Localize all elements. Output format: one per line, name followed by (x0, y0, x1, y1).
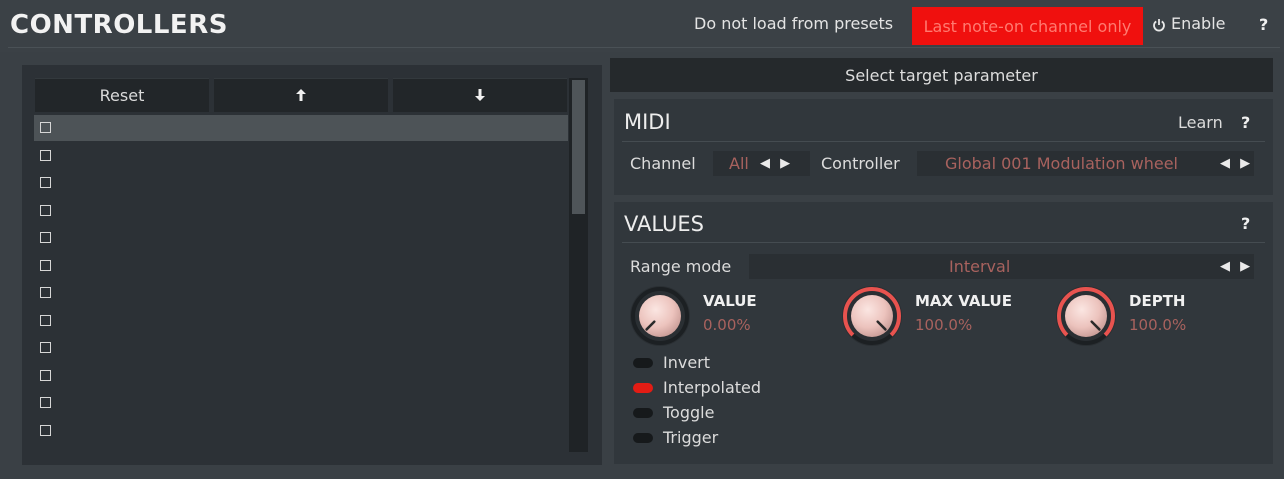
move-down-button[interactable] (393, 78, 567, 112)
range-mode-value: Interval (949, 257, 1011, 276)
invert-switch[interactable]: Invert (633, 353, 710, 372)
range-mode-selector[interactable]: Interval ◀ ▶ (749, 254, 1254, 279)
channel-value: All (729, 154, 749, 173)
checkbox[interactable] (40, 259, 51, 271)
channel-selector[interactable]: All ◀ ▶ (713, 151, 810, 176)
toggle-label: Toggle (663, 403, 715, 422)
left-right-arrows-icon[interactable]: ◀ ▶ (760, 156, 793, 171)
checkbox[interactable] (40, 177, 51, 188)
header-divider (8, 47, 1280, 48)
arrow-down-icon (475, 86, 485, 105)
midi-section (614, 99, 1273, 195)
list-item[interactable] (34, 170, 568, 196)
max-value-knob[interactable] (841, 285, 903, 351)
help-button[interactable]: ? (1259, 15, 1268, 34)
trigger-switch[interactable]: Trigger (633, 428, 718, 447)
max-value-knob-readout: 100.0% (915, 316, 973, 334)
checkbox[interactable] (40, 232, 51, 243)
values-title: VALUES (624, 212, 705, 236)
checkbox[interactable] (40, 342, 51, 353)
page-title: CONTROLLERS (10, 10, 228, 40)
checkbox[interactable] (40, 369, 51, 381)
enable-button[interactable]: Enable (1152, 14, 1226, 33)
controller-value: Global 001 Modulation wheel (945, 154, 1178, 173)
interpolated-label: Interpolated (663, 378, 762, 397)
list-item[interactable] (34, 418, 568, 444)
toggle-indicator-trigger (633, 432, 653, 443)
toggle-indicator-interpolated (633, 382, 653, 393)
checkbox[interactable] (40, 204, 51, 216)
values-help-button[interactable]: ? (1241, 214, 1250, 233)
toggle-switch[interactable]: Toggle (633, 403, 714, 422)
checkbox[interactable] (40, 287, 51, 298)
list-item[interactable] (34, 280, 568, 306)
depth-knob[interactable] (1055, 285, 1117, 351)
toggle-indicator-toggle (633, 407, 653, 418)
list-item[interactable] (34, 308, 568, 334)
max-value-knob-label: MAX VALUE (915, 292, 1012, 310)
list-item[interactable] (34, 363, 568, 389)
move-up-button[interactable] (214, 78, 388, 112)
depth-knob-readout: 100.0% (1129, 316, 1187, 334)
values-divider (622, 242, 1265, 243)
left-right-arrows-icon[interactable]: ◀ ▶ (1220, 259, 1253, 274)
interpolated-switch[interactable]: Interpolated (633, 378, 761, 397)
checkbox[interactable] (40, 397, 51, 408)
depth-knob-label: DEPTH (1129, 292, 1186, 310)
value-knob-label: VALUE (703, 292, 757, 310)
controller-selector[interactable]: Global 001 Modulation wheel ◀ ▶ (917, 151, 1254, 176)
power-icon (1152, 17, 1166, 31)
enable-label: Enable (1171, 14, 1226, 33)
list-item[interactable] (34, 335, 568, 361)
channel-label: Channel (630, 154, 696, 173)
select-target-parameter-button[interactable]: Select target parameter (610, 58, 1273, 92)
checkbox[interactable] (40, 122, 51, 133)
trigger-label: Trigger (663, 428, 719, 447)
midi-help-button[interactable]: ? (1241, 113, 1250, 132)
list-item[interactable] (34, 390, 568, 416)
value-knob[interactable] (629, 285, 691, 351)
value-knob-readout: 0.00% (703, 316, 751, 334)
toggle-indicator-invert (633, 357, 653, 368)
midi-title: MIDI (624, 110, 671, 134)
midi-divider (622, 141, 1265, 142)
arrow-up-icon (296, 86, 306, 105)
list-item[interactable] (34, 225, 568, 251)
list-item[interactable] (34, 115, 568, 141)
no-presets-toggle[interactable]: Do not load from presets (694, 14, 893, 33)
scrollbar-thumb[interactable] (572, 80, 585, 214)
invert-label: Invert (663, 353, 711, 372)
list-item[interactable] (34, 253, 568, 279)
last-note-channel-button[interactable]: Last note-on channel only (912, 7, 1143, 45)
list-item[interactable] (34, 198, 568, 224)
list-item[interactable] (34, 143, 568, 169)
range-mode-label: Range mode (630, 257, 732, 276)
checkbox[interactable] (40, 314, 51, 326)
left-right-arrows-icon[interactable]: ◀ ▶ (1220, 156, 1253, 171)
learn-button[interactable]: Learn (1178, 113, 1223, 132)
controller-label: Controller (821, 154, 900, 173)
checkbox[interactable] (40, 424, 51, 436)
checkbox[interactable] (40, 149, 51, 161)
reset-button[interactable]: Reset (35, 78, 209, 112)
